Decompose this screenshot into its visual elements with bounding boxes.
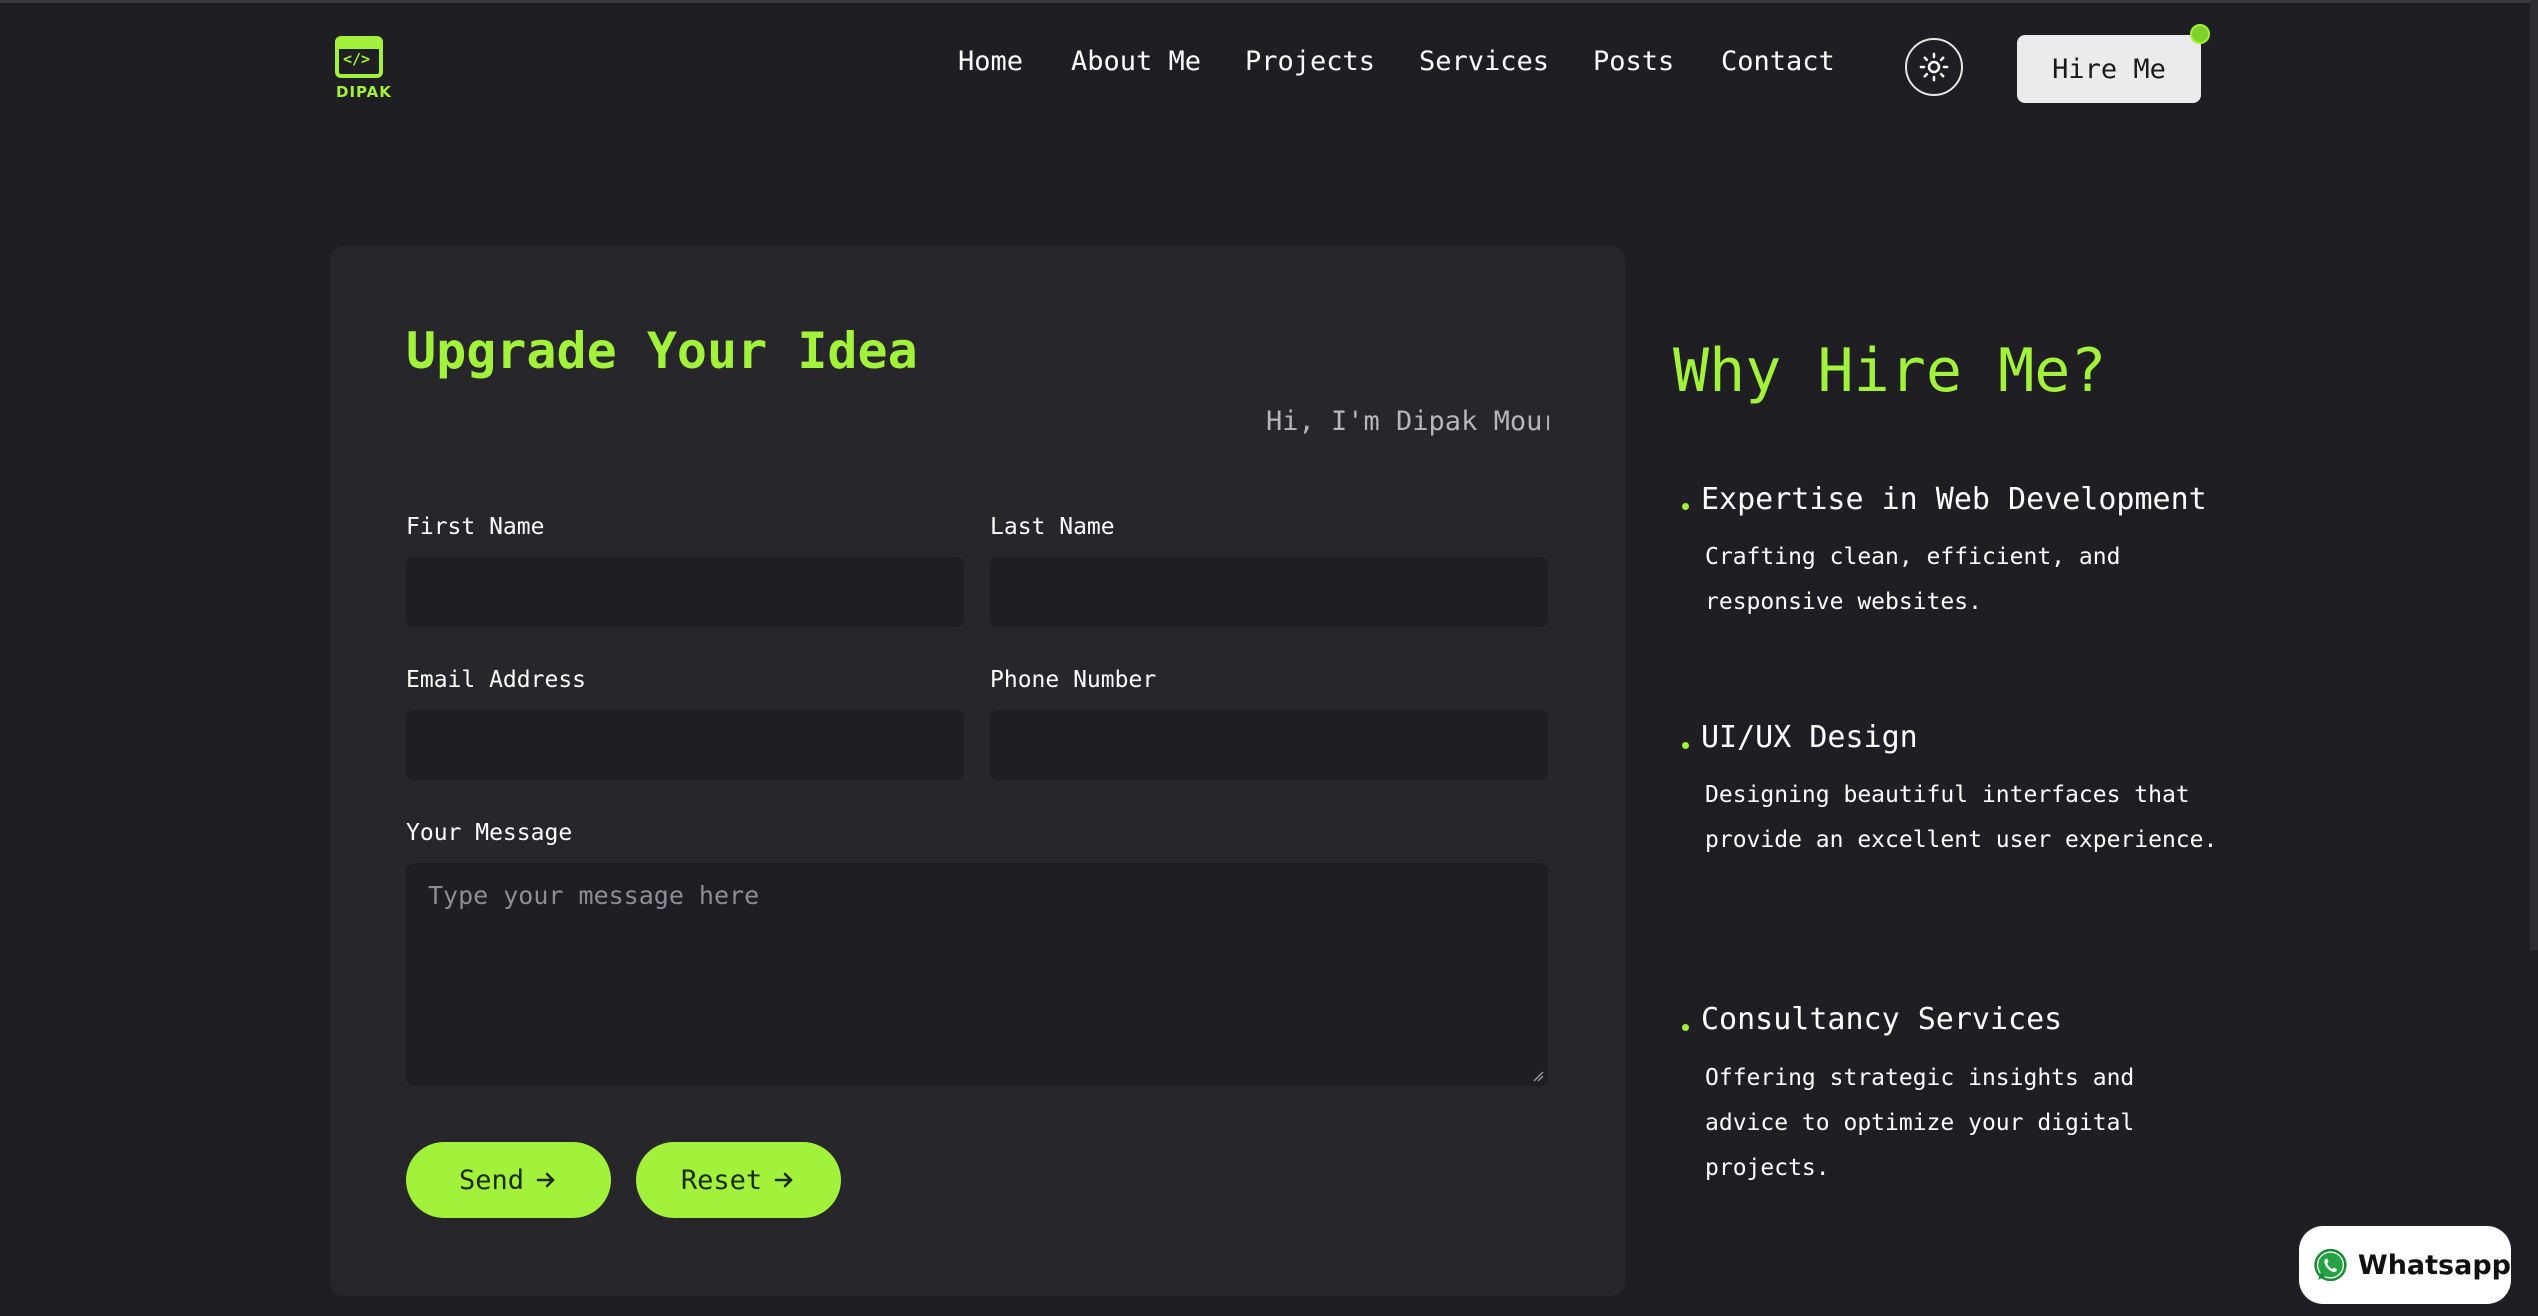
- nav-contact[interactable]: Contact: [1721, 46, 1835, 77]
- sun-icon: [1919, 52, 1949, 82]
- theme-toggle-button[interactable]: [1905, 38, 1963, 96]
- bullet-dot: [1682, 503, 1689, 510]
- nav-about-me[interactable]: About Me: [1071, 46, 1201, 77]
- first-name-label: First Name: [406, 514, 545, 540]
- nav-home[interactable]: Home: [958, 46, 1023, 77]
- scrollbar[interactable]: [2530, 0, 2538, 950]
- phone-label: Phone Number: [990, 667, 1157, 693]
- why-hire-me-title: Why Hire Me?: [1673, 336, 2107, 406]
- logo-code-text: </>: [343, 50, 371, 68]
- logo-text: DIPAK: [336, 83, 392, 101]
- first-name-input[interactable]: [406, 557, 964, 627]
- last-name-label: Last Name: [990, 514, 1115, 540]
- logo[interactable]: </> DIPAK: [335, 36, 391, 102]
- whatsapp-label: Whatsapp: [2357, 1249, 2511, 1281]
- resize-handle-icon[interactable]: [1532, 1070, 1544, 1082]
- bullet-dot: [1682, 742, 1689, 749]
- arrow-right-icon: [536, 1172, 555, 1188]
- nav-services[interactable]: Services: [1419, 46, 1549, 77]
- item-title-web-dev: Expertise in Web Development: [1701, 482, 2207, 517]
- message-label: Your Message: [406, 820, 573, 846]
- last-name-input[interactable]: [990, 557, 1548, 627]
- hire-me-button[interactable]: Hire Me: [2017, 35, 2201, 103]
- email-label: Email Address: [406, 667, 587, 693]
- email-input[interactable]: [406, 710, 964, 780]
- arrow-right-icon: [774, 1172, 793, 1188]
- item-desc-web-dev: Crafting clean, efficient, and responsiv…: [1705, 544, 2121, 615]
- item-title-consultancy: Consultancy Services: [1701, 1002, 2063, 1037]
- message-textarea[interactable]: Type your message here: [406, 863, 1548, 1086]
- whatsapp-button[interactable]: Whatsapp: [2299, 1226, 2511, 1304]
- nav-projects[interactable]: Projects: [1245, 46, 1375, 77]
- form-title: Upgrade Your Idea: [406, 322, 918, 380]
- logo-icon: </>: [335, 36, 383, 78]
- nav-posts[interactable]: Posts: [1593, 46, 1674, 77]
- send-label: Send: [458, 1164, 525, 1196]
- bullet-dot: [1682, 1024, 1689, 1031]
- item-desc-consultancy: Offering strategic insights and advice t…: [1705, 1065, 2135, 1181]
- reset-button[interactable]: Reset: [636, 1142, 841, 1218]
- typing-text: Hi, I'm Dipak Mourya: [1266, 406, 1549, 437]
- online-status-dot: [2190, 24, 2210, 44]
- item-desc-ui-ux: Designing beautiful interfaces that prov…: [1705, 782, 2218, 853]
- item-title-ui-ux: UI/UX Design: [1701, 720, 1918, 755]
- message-placeholder: Type your message here: [428, 881, 760, 910]
- send-button[interactable]: Send: [406, 1142, 611, 1218]
- phone-input[interactable]: [990, 710, 1548, 780]
- top-border: [0, 0, 2538, 3]
- whatsapp-icon: [2314, 1248, 2347, 1282]
- reset-label: Reset: [680, 1164, 763, 1196]
